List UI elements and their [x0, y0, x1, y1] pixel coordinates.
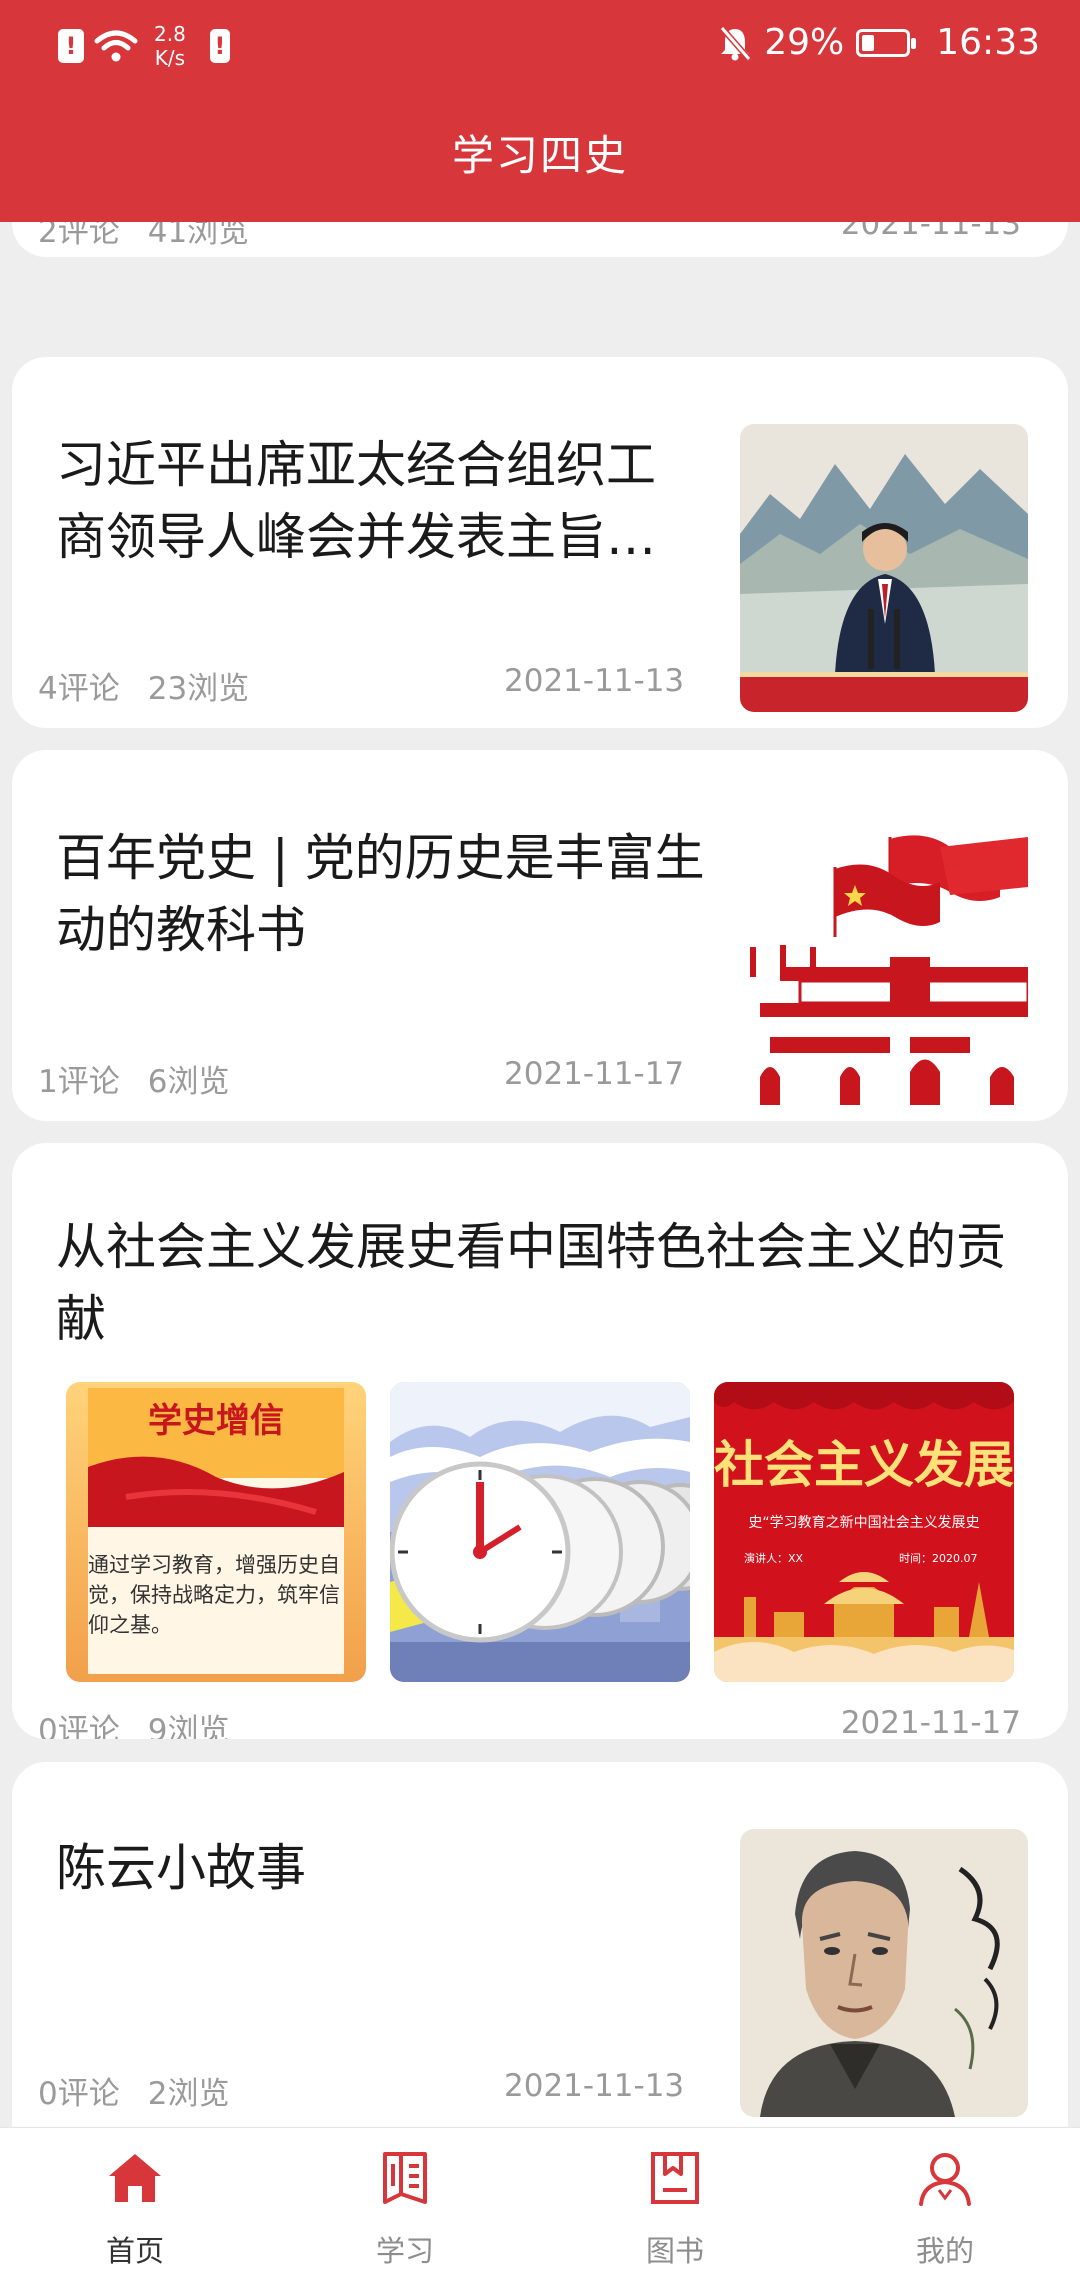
- network-speed: 2.8 K/s: [154, 22, 186, 70]
- view-count: 2浏览: [147, 2076, 230, 2112]
- network-speed-unit: K/s: [154, 46, 186, 70]
- image-banner-sub: 史“学习教育之新中国社会主义发展史: [748, 1515, 979, 1531]
- view-count: 41浏览: [147, 222, 250, 250]
- article-meta: 2评论 41浏览: [38, 222, 249, 251]
- article-thumbnail: [740, 1829, 1028, 2117]
- sim-alert-icon: !: [58, 29, 84, 63]
- app-header: 学习四史: [0, 100, 1080, 222]
- status-bar: ! 2.8 K/s ! 29% 16:33: [0, 0, 1080, 100]
- article-date: 2021-11-13: [504, 663, 685, 699]
- article-image: 学史增信 通过学习教育，增强历史自觉，保持战略定力，筑牢信仰之基。: [66, 1382, 366, 1682]
- article-meta: 0评论 9浏览: [38, 1705, 229, 1739]
- mute-bell-icon: [719, 25, 752, 61]
- article-title: 百年党史 | 党的历史是丰富生动的教科书: [56, 829, 705, 959]
- article-title: 从社会主义发展史看中国特色社会主义的贡献: [56, 1218, 1006, 1348]
- image-banner: 社会主义发展: [714, 1436, 1014, 1494]
- comment-count: 1评论: [38, 1064, 120, 1100]
- page-title: 学习四史: [451, 131, 628, 180]
- article-title: 习近平出席亚太经合组织工商领导人峰会并发表主旨…: [56, 436, 656, 566]
- tab-label: 学习: [375, 2234, 434, 2268]
- article-card[interactable]: 2评论 41浏览 2021-11-13: [12, 222, 1068, 257]
- article-card[interactable]: 从社会主义发展史看中国特色社会主义的贡献 学史增信 通过学习教育，增强历史自觉，…: [12, 1143, 1068, 1739]
- comment-count: 2评论: [38, 222, 120, 250]
- study-icon: [383, 2152, 427, 2204]
- article-thumbnail: [740, 424, 1028, 712]
- article-meta: 1评论 6浏览: [38, 1056, 229, 1101]
- tab-label: 首页: [105, 2234, 164, 2268]
- article-meta: 0评论 2浏览: [38, 2068, 229, 2113]
- tab-label: 图书: [645, 2234, 704, 2268]
- storage-alert-icon: !: [209, 29, 230, 63]
- status-left: ! 2.8 K/s !: [58, 22, 230, 70]
- network-speed-value: 2.8: [154, 22, 186, 46]
- profile-icon: [919, 2153, 971, 2206]
- article-date: 2021-11-13: [840, 222, 1021, 242]
- article-image: [390, 1382, 690, 1682]
- view-count: 9浏览: [147, 1713, 230, 1739]
- image-body: 通过学习教育，增强历史自觉，保持战略定力，筑牢信仰之基。: [88, 1553, 340, 1637]
- tab-label: 我的: [915, 2234, 974, 2268]
- article-thumbnail: [740, 817, 1028, 1105]
- article-date: 2021-11-17: [504, 1056, 685, 1092]
- tab-books[interactable]: 图书: [540, 2128, 810, 2281]
- comment-count: 4评论: [38, 671, 120, 707]
- battery-icon: [856, 28, 917, 57]
- clock: 16:33: [936, 22, 1040, 63]
- image-presenter: 演讲人：XX: [744, 1551, 804, 1565]
- battery-fill: [862, 34, 875, 51]
- tab-study[interactable]: 学习: [270, 2128, 540, 2281]
- wifi-icon: [94, 30, 138, 62]
- article-image: 社会主义发展 史“学习教育之新中国社会主义发展史 演讲人：XX 时间：2020.…: [714, 1382, 1014, 1682]
- home-icon: [109, 2154, 161, 2202]
- article-date: 2021-11-13: [504, 2068, 685, 2104]
- view-count: 23浏览: [147, 671, 250, 707]
- view-count: 6浏览: [147, 1064, 230, 1100]
- book-icon: [651, 2152, 699, 2204]
- article-meta: 4评论 23浏览: [38, 663, 249, 708]
- article-card[interactable]: 习近平出席亚太经合组织工商领导人峰会并发表主旨… 4评论 23浏览 2021-11…: [12, 357, 1068, 728]
- article-card[interactable]: 百年党史 | 党的历史是丰富生动的教科书 1评论 6浏览 2021-11-17: [12, 750, 1068, 1121]
- tab-profile[interactable]: 我的: [810, 2128, 1080, 2281]
- article-date: 2021-11-17: [840, 1705, 1021, 1739]
- article-feed[interactable]: 2评论 41浏览 2021-11-13 习近平出席亚太经合组织工商领导人峰会并发表…: [0, 222, 1080, 2127]
- comment-count: 0评论: [38, 2076, 120, 2112]
- image-time: 时间：2020.07: [899, 1552, 978, 1565]
- bottom-tab-bar: 首页 学习 图书 我的: [0, 2127, 1080, 2281]
- image-heading: 学史增信: [148, 1401, 284, 1441]
- battery-percent: 29%: [764, 22, 845, 63]
- article-card[interactable]: 陈云小故事 0评论 2浏览 2021-11-13: [12, 1762, 1068, 2127]
- tab-home[interactable]: 首页: [0, 2128, 270, 2281]
- status-right: 29% 16:33: [718, 22, 1040, 63]
- article-title: 陈云小故事: [56, 1839, 306, 1897]
- comment-count: 0评论: [38, 1713, 120, 1739]
